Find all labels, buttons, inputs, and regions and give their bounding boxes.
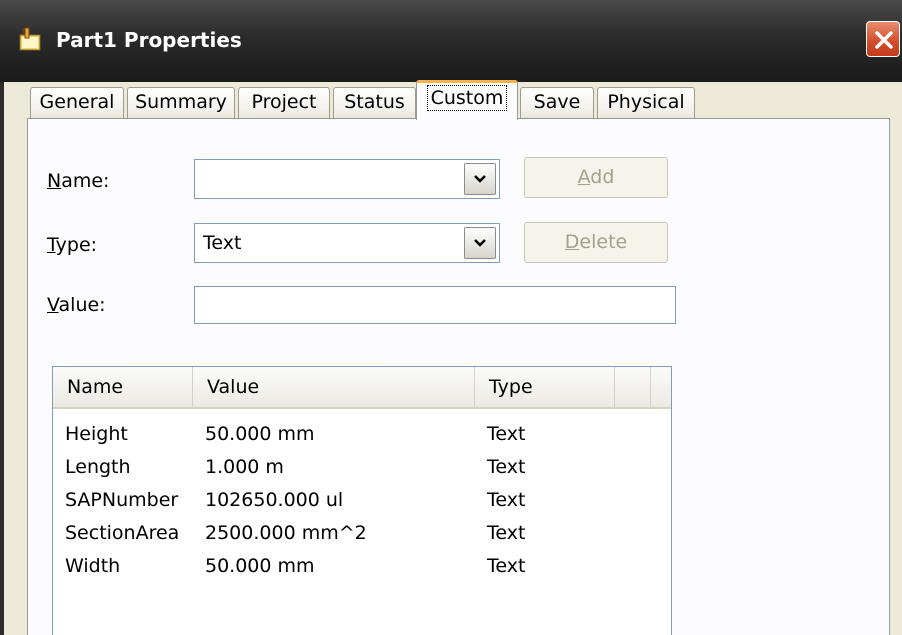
tab-save[interactable]: Save [520,87,594,118]
column-header-name[interactable]: Name [53,367,193,407]
cell-type: Text [487,522,526,544]
window-border [0,82,12,635]
value-label: Value: [47,294,106,316]
close-button[interactable] [866,21,900,57]
cell-name: Width [65,555,121,577]
window-title: Part1 Properties [56,28,242,52]
cell-type: Text [487,489,526,511]
tab-label: General [39,91,115,113]
tab-project[interactable]: Project [238,87,330,118]
type-combobox[interactable]: Text [194,223,500,263]
cell-name: SectionArea [65,522,180,544]
tab-summary[interactable]: Summary [127,87,235,118]
add-button[interactable]: Add [524,157,668,198]
tab-label: Summary [135,91,227,113]
cell-value: 50.000 mm [205,555,315,577]
tab-label: Physical [607,91,685,113]
delete-button[interactable]: Delete [524,222,668,263]
tab-status[interactable]: Status [333,87,416,118]
tab-label: Custom [426,85,508,111]
cell-name: Height [65,423,128,445]
name-combobox[interactable] [194,159,500,199]
part-document-icon [19,27,41,51]
cell-name: SAPNumber [65,489,179,511]
tab-physical[interactable]: Physical [597,87,695,118]
cell-type: Text [487,555,526,577]
tab-label: Save [533,91,581,113]
title-bar: Part1 Properties [0,0,902,82]
cell-type: Text [487,423,526,445]
type-combobox-value: Text [203,232,242,254]
chevron-down-icon [474,175,486,183]
tab-label: Project [251,91,317,113]
tab-label: Status [344,91,405,113]
column-header-empty[interactable] [615,367,651,407]
cell-value: 1.000 m [205,456,284,478]
column-header-type[interactable]: Type [475,367,615,407]
list-header: Name Value Type [53,367,671,409]
name-dropdown-button[interactable] [464,163,496,195]
type-dropdown-button[interactable] [464,227,496,259]
type-label: Type: [47,234,98,256]
value-input[interactable] [194,286,676,324]
column-header-value[interactable]: Value [193,367,475,407]
cell-type: Text [487,456,526,478]
cell-value: 50.000 mm [205,423,315,445]
cell-value: 2500.000 mm^2 [205,522,367,544]
cell-value: 102650.000 ul [205,489,344,511]
close-icon [875,31,893,49]
tab-custom[interactable]: Custom [416,80,518,120]
cell-name: Length [65,456,131,478]
tab-general[interactable]: General [30,87,124,118]
properties-list[interactable]: Name Value Type Height 50.000 mm Text Le… [52,366,672,635]
name-label: Name: [47,170,110,192]
chevron-down-icon [474,239,486,247]
